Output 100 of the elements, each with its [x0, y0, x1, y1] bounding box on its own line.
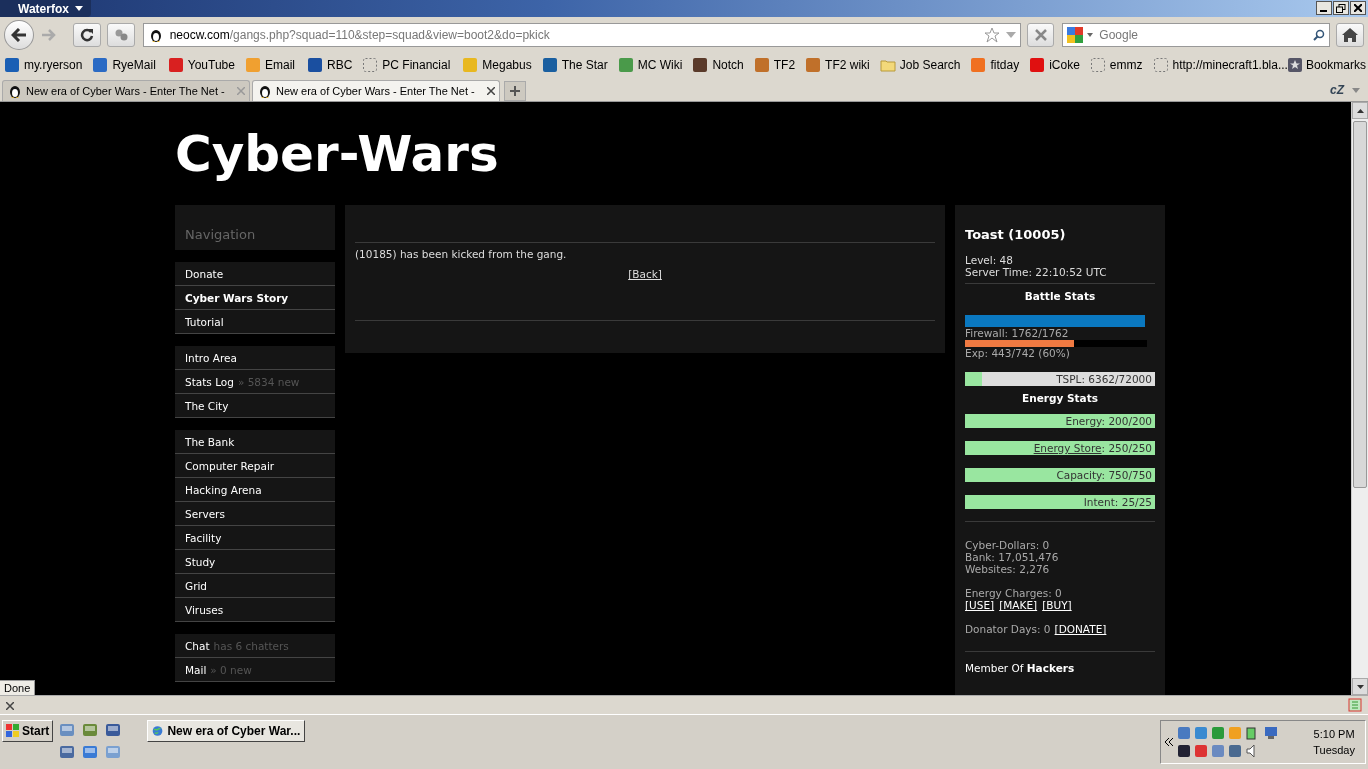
- nav-item[interactable]: Viruses: [175, 598, 335, 622]
- caret-icon[interactable]: [1352, 87, 1360, 93]
- addon-icon[interactable]: [1348, 698, 1362, 712]
- bookmarks-menu[interactable]: Bookmarks: [1305, 58, 1366, 72]
- donate-link[interactable]: [DONATE]: [1054, 623, 1107, 635]
- battery-icon[interactable]: [1246, 726, 1256, 740]
- quick-launch-icon[interactable]: [59, 722, 76, 738]
- quick-launch-icon[interactable]: [82, 744, 99, 760]
- blank-page-icon: [1152, 57, 1169, 73]
- scrollbar[interactable]: [1351, 102, 1368, 695]
- clock-time[interactable]: 5:10 PM: [1313, 728, 1355, 740]
- addon-badge[interactable]: cZ: [1330, 83, 1344, 97]
- taskbar-button[interactable]: New era of Cyber War...: [147, 720, 306, 742]
- nav-item[interactable]: Stats Log » 5834 new: [175, 370, 335, 394]
- navigation-heading: Navigation: [185, 227, 256, 242]
- app-menu-button[interactable]: Waterfox: [0, 0, 91, 17]
- stop-icon: [1034, 28, 1047, 41]
- nav-item[interactable]: The Bank: [175, 430, 335, 454]
- penguin-icon: [257, 83, 273, 99]
- nav-item[interactable]: Facility: [175, 526, 335, 550]
- chevron-icon[interactable]: [1165, 738, 1173, 746]
- tray-icon[interactable]: [1177, 744, 1191, 758]
- nav-item[interactable]: Study: [175, 550, 335, 574]
- exp-text: Exp: 443/742 (60%): [965, 347, 1071, 360]
- home-button[interactable]: [1336, 22, 1364, 47]
- addon-toolbar-button[interactable]: [107, 22, 135, 47]
- stop-button[interactable]: [1026, 22, 1055, 47]
- start-button[interactable]: Start: [2, 720, 54, 742]
- circles-icon: [113, 27, 128, 42]
- nav-item[interactable]: Mail » 0 new: [175, 658, 335, 682]
- nav-item[interactable]: Grid: [175, 574, 335, 598]
- browser-tab[interactable]: New era of Cyber Wars - Enter The Net -: [2, 80, 250, 101]
- bookmark-link[interactable]: TF2 wiki: [825, 58, 870, 72]
- quick-launch-icon[interactable]: [82, 722, 99, 738]
- charge-action-link[interactable]: [BUY]: [1042, 599, 1072, 611]
- nav-item[interactable]: Servers: [175, 502, 335, 526]
- nav-item[interactable]: Chat has 6 chatters: [175, 634, 335, 658]
- close-icon[interactable]: [487, 87, 495, 95]
- bookmark-star-icon: [1287, 58, 1302, 72]
- bookmark-link[interactable]: Notch: [712, 58, 744, 72]
- search-field[interactable]: Google: [1062, 22, 1331, 47]
- volume-icon[interactable]: [1246, 744, 1258, 758]
- bookmark-link[interactable]: The Star: [561, 58, 608, 72]
- scroll-thumb[interactable]: [1353, 121, 1367, 488]
- google-icon[interactable]: [1067, 26, 1084, 43]
- kick-message: (10185) has been kicked from the gang.: [355, 248, 568, 260]
- restore-button[interactable]: [1333, 1, 1349, 15]
- quick-launch-icon[interactable]: [59, 744, 76, 760]
- new-tab-button[interactable]: [504, 81, 526, 101]
- bookmark-link[interactable]: RyeMail: [112, 58, 156, 72]
- bookmark-link[interactable]: emmz: [1109, 58, 1143, 72]
- charges-text: Energy Charges: 0: [965, 587, 1063, 599]
- nav-item[interactable]: Cyber Wars Story: [175, 286, 335, 310]
- status-text: Done: [0, 680, 36, 695]
- back-button[interactable]: [4, 19, 34, 50]
- minimize-button[interactable]: [1316, 1, 1332, 15]
- close-icon: [1354, 4, 1362, 12]
- quick-launch-icon[interactable]: [105, 722, 122, 738]
- bookmark-link[interactable]: http://minecraft1.bla...: [1172, 58, 1288, 72]
- search-input[interactable]: Google: [1097, 26, 1310, 43]
- bookmark-link[interactable]: my.ryerson: [24, 58, 83, 72]
- nav-item[interactable]: Hacking Arena: [175, 478, 335, 502]
- bookmark-link[interactable]: MC Wiki: [637, 58, 683, 72]
- bookmark-link[interactable]: PC Financial: [382, 58, 451, 72]
- home-icon: [1342, 27, 1359, 42]
- browser-tab[interactable]: New era of Cyber Wars - Enter The Net -: [252, 80, 500, 101]
- dropdown-icon[interactable]: [1005, 31, 1016, 38]
- bookmark-link[interactable]: YouTube: [187, 58, 235, 72]
- bookmark-link[interactable]: TF2: [773, 58, 796, 72]
- right-arrow-icon: [42, 28, 57, 41]
- blank-page-icon: [1089, 57, 1106, 73]
- nav-item[interactable]: Tutorial: [175, 310, 335, 334]
- reload-icon: [80, 27, 95, 42]
- reload-button[interactable]: [73, 22, 101, 47]
- nav-item[interactable]: The City: [175, 394, 335, 418]
- globe-icon[interactable]: [152, 723, 164, 739]
- star-icon[interactable]: [983, 26, 1000, 43]
- bookmark-link[interactable]: fitday: [990, 58, 1020, 72]
- nav-item[interactable]: Intro Area: [175, 346, 335, 370]
- caret-icon: [74, 6, 83, 11]
- nav-item[interactable]: Computer Repair: [175, 454, 335, 478]
- network-icon[interactable]: [1264, 726, 1278, 740]
- bookmark-link[interactable]: iCoke: [1049, 58, 1080, 72]
- bookmark-link[interactable]: Job Search: [899, 58, 961, 72]
- bookmark-link[interactable]: RBC: [326, 58, 353, 72]
- scroll-down-button[interactable]: [1352, 678, 1368, 695]
- close-icon: [6, 701, 14, 710]
- bookmark-link[interactable]: Megabus: [482, 58, 532, 72]
- nav-item[interactable]: Donate: [175, 262, 335, 286]
- firewall-text: Firewall: 1762/1762: [965, 327, 1070, 340]
- address-field[interactable]: neocw.com/gangs.php?squad=110&step=squad&view=boot2&do=pkick: [142, 22, 1021, 47]
- charge-action-link[interactable]: [MAKE]: [999, 599, 1038, 611]
- scroll-up-button[interactable]: [1352, 102, 1368, 119]
- left-arrow-icon: [10, 27, 27, 42]
- search-icon[interactable]: [1313, 28, 1326, 41]
- bookmark-link[interactable]: Email: [264, 58, 295, 72]
- charge-action-link[interactable]: [USE]: [965, 599, 995, 611]
- back-link[interactable]: [Back]: [628, 268, 662, 280]
- close-button[interactable]: [1350, 1, 1366, 15]
- energy-text: Intent: 25/25: [1083, 495, 1152, 509]
